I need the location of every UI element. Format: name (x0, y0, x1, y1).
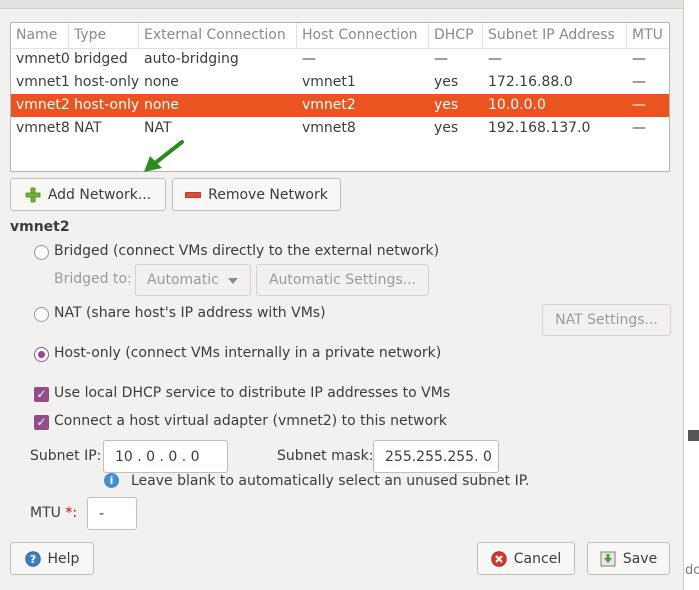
cell-external: none (144, 97, 179, 113)
cell-mtu: — (632, 97, 646, 113)
nat-label[interactable]: NAT (share host's IP address with VMs) (54, 305, 326, 321)
cell-host: vmnet2 (302, 97, 356, 113)
bridged-to-label: Bridged to: (54, 271, 132, 287)
column-header-subnet-ip[interactable]: Subnet IP Address (483, 23, 627, 48)
cell-type: host-only (74, 74, 139, 90)
cell-host: — (302, 51, 316, 67)
cancel-button[interactable]: Cancel (477, 542, 575, 575)
cell-name: vmnet2 (16, 97, 69, 113)
help-button[interactable]: ? Help (10, 542, 94, 575)
cell-host: vmnet1 (302, 74, 356, 90)
save-label: Save (622, 550, 658, 567)
selected-network-title: vmnet2 (10, 219, 70, 235)
mtu-input[interactable]: - (87, 497, 137, 530)
cell-dhcp: yes (434, 74, 459, 90)
subnet-ip-label: Subnet IP: (30, 448, 102, 464)
cell-subnet: — (488, 51, 502, 67)
cancel-icon (491, 550, 507, 567)
host-adapter-checkbox[interactable]: ✓ (34, 415, 49, 430)
info-icon: i (104, 473, 119, 488)
nat-radio[interactable] (34, 307, 49, 322)
cell-name: vmnet0 (16, 51, 69, 67)
table-row-vmnet2-selected[interactable]: vmnet2 host-only none vmnet2 yes 10.0.0.… (11, 94, 669, 117)
save-icon (600, 551, 616, 566)
host-adapter-label[interactable]: Connect a host virtual adapter (vmnet2) … (54, 413, 447, 429)
cell-subnet: 172.16.88.0 (488, 74, 573, 90)
automatic-settings-label: Automatic Settings... (268, 272, 417, 288)
cell-host: vmnet8 (302, 120, 356, 136)
required-marker: *: (65, 505, 78, 521)
remove-network-button[interactable]: Remove Network (172, 178, 341, 211)
host-only-label[interactable]: Host-only (connect VMs internally in a p… (54, 345, 441, 361)
bridged-to-dropdown[interactable]: Automatic (135, 264, 251, 296)
network-table[interactable]: Name Type External Connection Host Conne… (10, 22, 670, 172)
background-text-fragment: do (685, 563, 699, 578)
cell-external: NAT (144, 120, 172, 136)
cell-mtu: — (632, 51, 646, 67)
cell-dhcp: yes (434, 97, 459, 113)
add-network-button[interactable]: Add Network... (10, 178, 166, 211)
column-header-external-connection[interactable]: External Connection (139, 23, 297, 48)
nat-settings-label: NAT Settings... (555, 312, 658, 328)
column-header-type[interactable]: Type (69, 23, 139, 48)
cell-name: vmnet1 (16, 74, 69, 90)
help-label: Help (47, 550, 80, 567)
cell-external: none (144, 74, 179, 90)
subnet-mask-input[interactable]: 255.255.255. 0 (373, 440, 499, 473)
help-icon: ? (24, 550, 41, 567)
column-header-host-connection[interactable]: Host Connection (297, 23, 429, 48)
column-header-name[interactable]: Name (11, 23, 69, 48)
subnet-mask-label: Subnet mask: (277, 448, 374, 464)
cell-subnet: 192.168.137.0 (488, 120, 591, 136)
svg-text:?: ? (29, 553, 35, 566)
dhcp-checkbox[interactable]: ✓ (34, 387, 49, 402)
column-header-dhcp[interactable]: DHCP (429, 23, 483, 48)
cell-name: vmnet8 (16, 120, 69, 136)
cell-dhcp: yes (434, 120, 459, 136)
cell-type: bridged (74, 51, 128, 67)
add-network-label: Add Network... (47, 186, 152, 203)
subnet-ip-input[interactable]: 10 . 0 . 0 . 0 (103, 440, 228, 473)
cell-mtu: — (632, 120, 646, 136)
column-header-mtu[interactable]: MTU (627, 23, 669, 48)
virtual-network-editor-dialog: Name Type External Connection Host Conne… (0, 0, 684, 590)
dhcp-label[interactable]: Use local DHCP service to distribute IP … (54, 385, 450, 401)
table-row-vmnet8[interactable]: vmnet8 NAT NAT vmnet8 yes 192.168.137.0 … (11, 117, 669, 140)
automatic-settings-button[interactable]: Automatic Settings... (256, 264, 429, 296)
subnet-hint: Leave blank to automatically select an u… (131, 473, 530, 489)
arrow-pointer-icon (144, 140, 184, 172)
cell-type: NAT (74, 120, 102, 136)
bridged-label[interactable]: Bridged (connect VMs directly to the ext… (54, 243, 439, 259)
save-button[interactable]: Save (587, 542, 670, 575)
add-icon (25, 187, 41, 202)
remove-icon (185, 191, 202, 198)
table-row-vmnet0[interactable]: vmnet0 bridged auto-bridging — — — — (11, 48, 669, 71)
cell-type: host-only (74, 97, 139, 113)
cell-subnet: 10.0.0.0 (488, 97, 546, 113)
nat-settings-button[interactable]: NAT Settings... (542, 304, 671, 336)
host-only-radio[interactable] (34, 347, 49, 362)
cell-external: auto-bridging (144, 51, 239, 67)
dropdown-arrow-icon (228, 278, 238, 284)
mtu-label: MTU *: (30, 505, 77, 521)
background-window: do (684, 0, 699, 590)
cell-mtu: — (632, 74, 646, 90)
table-row-vmnet1[interactable]: vmnet1 host-only none vmnet1 yes 172.16.… (11, 71, 669, 94)
mtu-label-text: MTU (30, 505, 61, 521)
titlebar-edge (0, 0, 683, 9)
table-header: Name Type External Connection Host Conne… (11, 23, 669, 49)
cell-dhcp: — (434, 51, 448, 67)
bridged-radio[interactable] (34, 245, 49, 260)
cancel-label: Cancel (513, 550, 562, 567)
bridged-to-value: Automatic (147, 272, 219, 288)
background-marker (688, 430, 699, 441)
remove-network-label: Remove Network (208, 186, 328, 203)
